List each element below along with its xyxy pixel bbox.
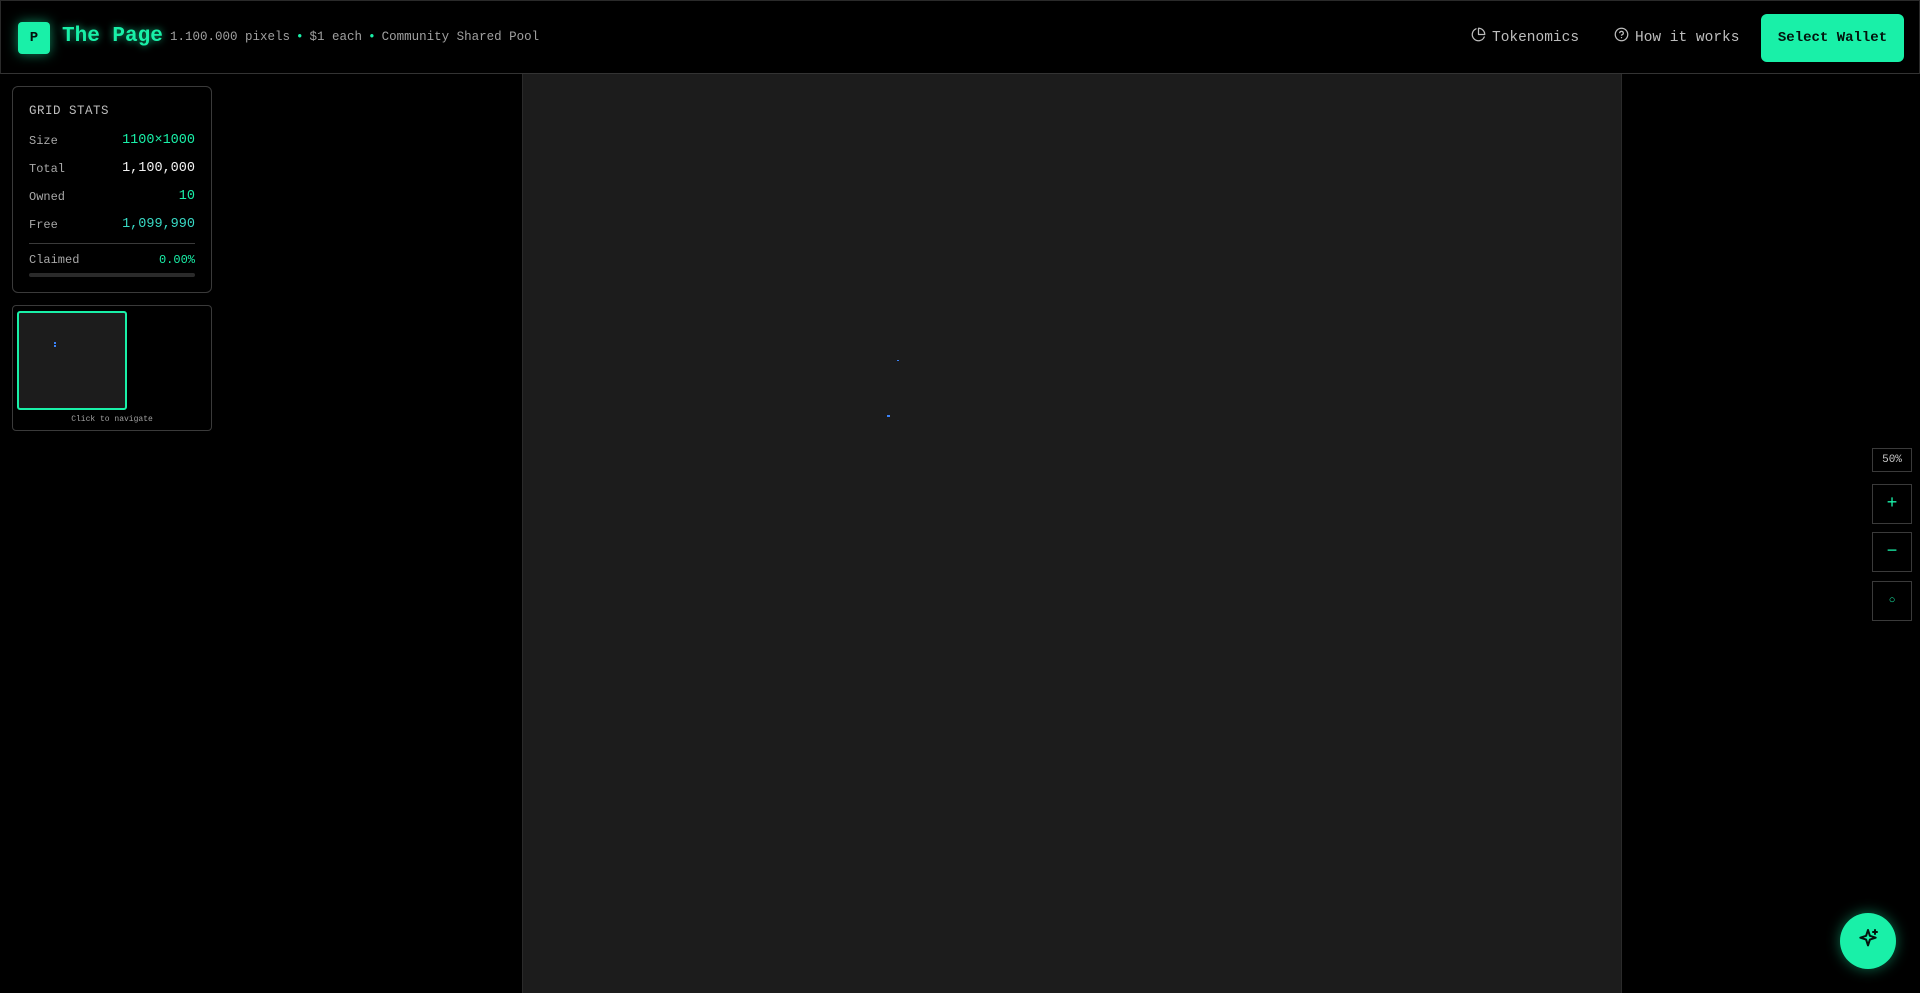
ai-assistant-button[interactable]	[1840, 913, 1896, 969]
tagline-pool: Community Shared Pool	[381, 30, 540, 44]
claimed-value: 0.00%	[158, 253, 195, 267]
logo-icon[interactable]: P	[18, 22, 50, 54]
select-wallet-button[interactable]: Select Wallet	[1761, 14, 1904, 62]
top-header: P The Page 1.100.000 pixels • $1 each • Comm…	[0, 0, 1920, 74]
nav-how-it-works-link[interactable]: How it works	[1614, 27, 1739, 49]
stat-row-claimed: Claimed 0.00%	[29, 251, 195, 269]
tagline: 1.100.000 pixels • $1 each • Community Share…	[170, 29, 539, 45]
nav-tokenomics-label: Tokenomics	[1492, 30, 1580, 46]
zoom-out-button[interactable]: −	[1872, 532, 1912, 572]
tagline-separator: •	[296, 30, 304, 44]
minimap-owned-pixel	[54, 345, 56, 347]
claimed-progress-bar	[29, 273, 195, 277]
sparkles-icon	[1856, 927, 1880, 956]
grid-stats-panel: GRID STATS Size 1100×1000 Total 1,100,00…	[12, 86, 212, 293]
site-title[interactable]: The Page	[62, 23, 163, 51]
stat-label: Owned	[29, 190, 66, 204]
claimed-label: Claimed	[29, 253, 80, 267]
stat-row-owned: Owned 10	[29, 188, 195, 206]
zoom-in-button[interactable]: +	[1872, 484, 1912, 524]
help-circle-icon	[1614, 27, 1629, 49]
stat-row-total: Total 1,100,000	[29, 160, 195, 178]
stat-row-size: Size 1100×1000	[29, 132, 195, 150]
stat-row-free: Free 1,099,990	[29, 216, 195, 234]
minimap-caption: Click to navigate	[71, 415, 153, 424]
stat-value: 1,100,000	[122, 161, 195, 176]
owned-pixel[interactable]	[897, 360, 899, 361]
stat-value: 10	[178, 189, 195, 204]
zoom-reset-button[interactable]: ○	[1872, 581, 1912, 621]
stat-value: 1100×1000	[122, 133, 195, 148]
nav-how-it-works-label: How it works	[1635, 30, 1740, 46]
owned-pixel[interactable]	[887, 415, 890, 417]
stat-label: Size	[29, 134, 58, 148]
stat-label: Free	[29, 218, 58, 232]
minimap-viewport[interactable]	[17, 311, 127, 410]
pie-chart-icon	[1471, 27, 1486, 49]
pixel-canvas[interactable]	[522, 74, 1622, 993]
stats-divider	[29, 243, 195, 244]
grid-stats-title: GRID STATS	[29, 104, 110, 118]
stat-label: Total	[29, 162, 66, 176]
tagline-price: $1 each	[309, 30, 363, 44]
minimap[interactable]: Click to navigate	[12, 305, 212, 431]
tagline-separator: •	[368, 30, 376, 44]
zoom-level-readout: 50%	[1872, 448, 1912, 472]
nav-tokenomics-link[interactable]: Tokenomics	[1471, 27, 1579, 49]
minimap-owned-pixel	[54, 342, 56, 344]
stat-value: 1,099,990	[122, 217, 195, 232]
tagline-pixels: 1.100.000 pixels	[170, 30, 291, 44]
